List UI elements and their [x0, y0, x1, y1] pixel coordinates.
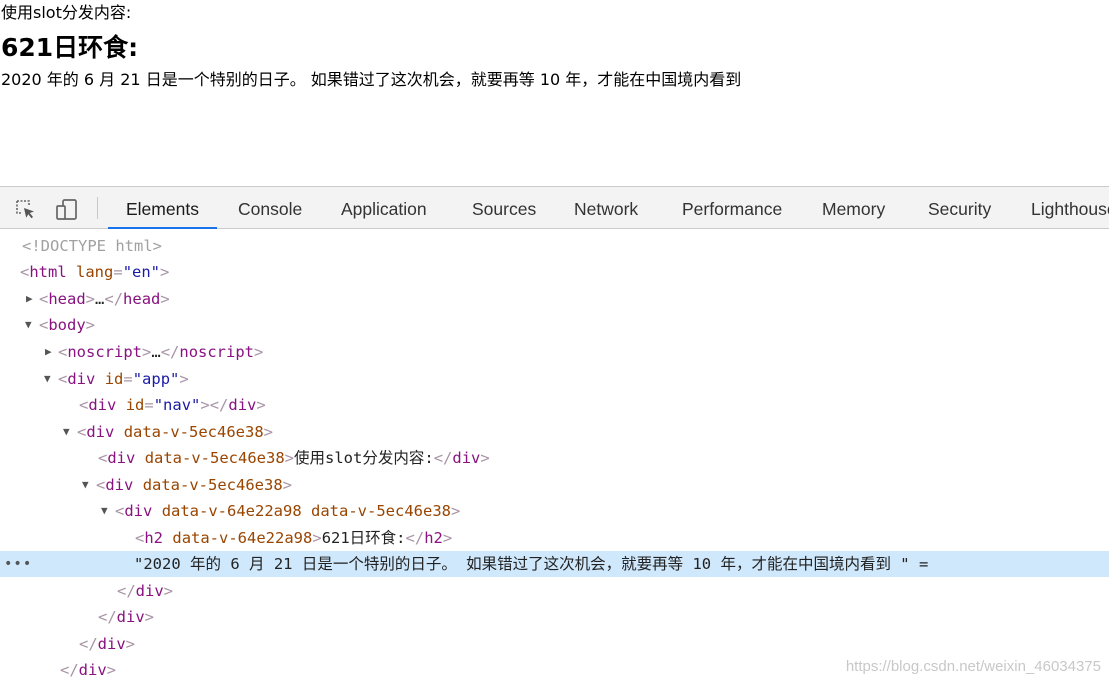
device-toolbar-icon[interactable]	[55, 198, 77, 220]
collapse-triangle-icon[interactable]: ▼	[25, 312, 32, 338]
dom-node-html[interactable]: <html lang="en">	[0, 259, 1109, 285]
dom-node-div-slot-wrapper[interactable]: ▼ <div data-v-5ec46e38>	[0, 472, 1109, 498]
div-app-open-tag: <div id="app">	[58, 370, 189, 388]
devtools-panel: Elements Console Application Sources Net…	[0, 186, 1109, 683]
dom-node-text-selected[interactable]: ••• "2020 年的 6 月 21 日是一个特别的日子。 如果错过了这次机会…	[0, 551, 1109, 577]
dom-node-div-app[interactable]: ▼ <div id="app">	[0, 366, 1109, 392]
tab-elements[interactable]: Elements	[108, 187, 217, 229]
body-open-tag: <body>	[39, 316, 96, 334]
close-div-tag: </div>	[98, 608, 155, 626]
tab-network[interactable]: Network	[574, 187, 638, 228]
dom-node-div-child[interactable]: ▼ <div data-v-64e22a98 data-v-5ec46e38>	[0, 498, 1109, 524]
dom-node-h2[interactable]: <h2 data-v-64e22a98>621日环食:</h2>	[0, 525, 1109, 551]
div-slot-wrapper-open-tag: <div data-v-5ec46e38>	[96, 476, 293, 494]
div-intro-tag: <div data-v-5ec46e38>使用slot分发内容:</div>	[98, 449, 490, 467]
devtools-toolbar: Elements Console Application Sources Net…	[0, 186, 1109, 229]
inspect-element-icon[interactable]	[14, 198, 36, 220]
collapse-triangle-icon[interactable]: ▼	[82, 472, 89, 498]
doctype-text: <!DOCTYPE html>	[22, 237, 162, 255]
rendered-page: 使用slot分发内容: 621日环食: 2020 年的 6 月 21 日是一个特…	[0, 0, 1109, 186]
dom-node-noscript[interactable]: ▶ <noscript>…</noscript>	[0, 339, 1109, 365]
h2-tag: <h2 data-v-64e22a98>621日环食:</h2>	[135, 529, 453, 547]
close-div-tag: </div>	[60, 661, 117, 679]
intro-text: 使用slot分发内容:	[1, 3, 132, 22]
dom-node-close-div-child[interactable]: </div>	[0, 578, 1109, 604]
close-div-tag: </div>	[117, 582, 174, 600]
dom-node-close-div-slot-wrapper[interactable]: </div>	[0, 604, 1109, 630]
html-open-tag: <html lang="en">	[20, 263, 170, 281]
collapse-triangle-icon[interactable]: ▼	[44, 366, 51, 392]
tab-application[interactable]: Application	[341, 187, 427, 228]
div-nav-tag: <div id="nav"></div>	[79, 396, 266, 414]
toolbar-separator	[97, 197, 98, 219]
collapse-triangle-icon[interactable]: ▼	[63, 419, 70, 445]
dom-tree: <!DOCTYPE html> <html lang="en"> ▶ <head…	[0, 229, 1109, 683]
article-heading: 621日环食:	[1, 33, 139, 62]
div-scoped-open-tag: <div data-v-5ec46e38>	[77, 423, 274, 441]
noscript-tag: <noscript>…</noscript>	[58, 343, 264, 361]
dom-node-doctype[interactable]: <!DOCTYPE html>	[0, 233, 1109, 259]
tab-performance[interactable]: Performance	[682, 187, 782, 228]
head-tag: <head>…</head>	[39, 290, 170, 308]
tab-memory[interactable]: Memory	[822, 187, 885, 228]
row-menu-icon[interactable]: •••	[4, 551, 32, 577]
tab-security[interactable]: Security	[928, 187, 991, 228]
dom-node-div-nav[interactable]: <div id="nav"></div>	[0, 392, 1109, 418]
tab-lighthouse[interactable]: Lighthouse	[1031, 187, 1109, 228]
dom-node-body[interactable]: ▼ <body>	[0, 312, 1109, 338]
close-div-tag: </div>	[79, 635, 136, 653]
dom-node-div-scoped[interactable]: ▼ <div data-v-5ec46e38>	[0, 419, 1109, 445]
tab-sources[interactable]: Sources	[472, 187, 536, 228]
watermark-text: https://blog.csdn.net/weixin_46034375	[845, 658, 1101, 675]
text-node: "2020 年的 6 月 21 日是一个特别的日子。 如果错过了这次机会，就要再…	[134, 555, 929, 573]
tab-console[interactable]: Console	[238, 187, 302, 228]
div-child-open-tag: <div data-v-64e22a98 data-v-5ec46e38>	[115, 502, 461, 520]
expand-triangle-icon[interactable]: ▶	[45, 339, 52, 365]
article-paragraph: 2020 年的 6 月 21 日是一个特别的日子。 如果错过了这次机会，就要再等…	[1, 70, 742, 89]
dom-node-head[interactable]: ▶ <head>…</head>	[0, 286, 1109, 312]
dom-node-div-intro[interactable]: <div data-v-5ec46e38>使用slot分发内容:</div>	[0, 445, 1109, 471]
dom-node-close-div-scoped[interactable]: </div>	[0, 631, 1109, 657]
collapse-triangle-icon[interactable]: ▼	[101, 498, 108, 524]
expand-triangle-icon[interactable]: ▶	[26, 286, 33, 312]
